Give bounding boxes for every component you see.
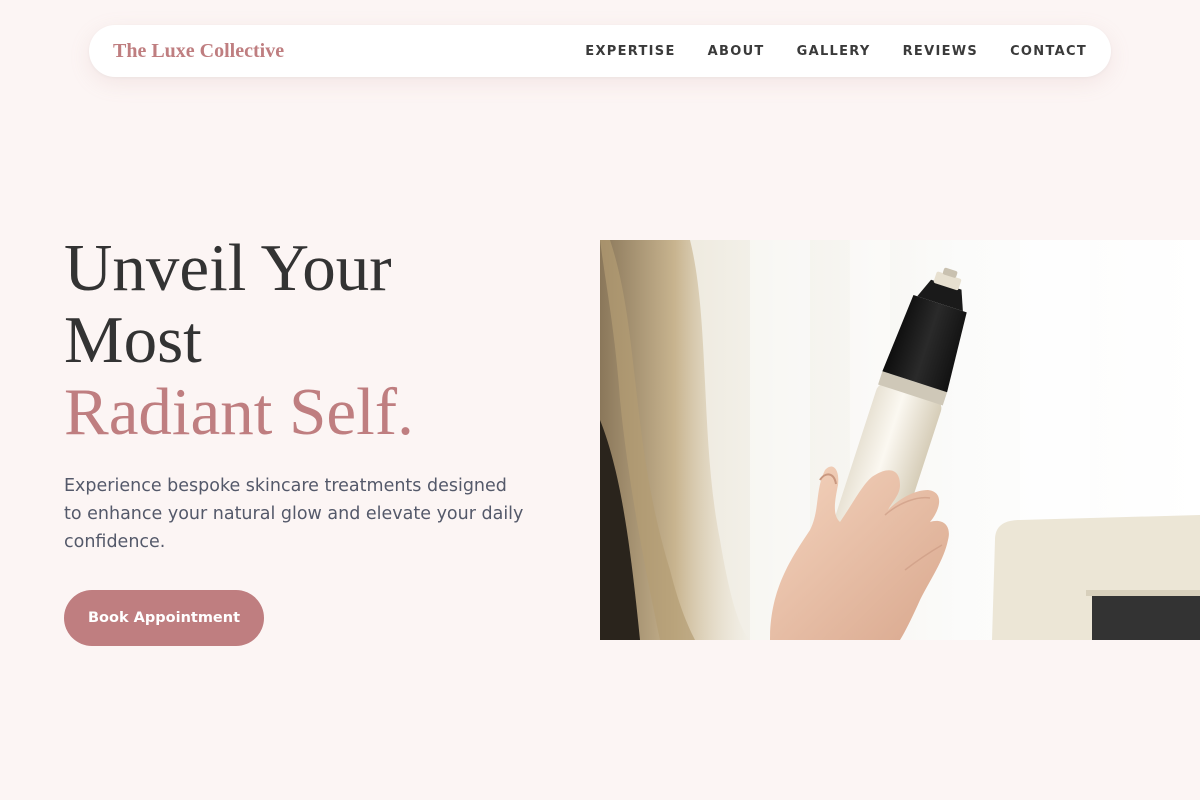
skincare-device-photo — [600, 240, 1200, 640]
headline-line-1: Unveil Your — [64, 231, 392, 305]
headline-line-2: Most — [64, 303, 202, 377]
nav-links: EXPERTISE ABOUT GALLERY REVIEWS CONTACT — [585, 25, 1087, 77]
nav-link-contact[interactable]: CONTACT — [1010, 44, 1087, 59]
nav-link-about[interactable]: ABOUT — [708, 44, 765, 59]
nav-link-expertise[interactable]: EXPERTISE — [585, 44, 675, 59]
book-appointment-button[interactable]: Book Appointment — [64, 590, 264, 646]
nav-link-gallery[interactable]: GALLERY — [797, 44, 871, 59]
hero-text: Unveil Your Most Radiant Self. Experienc… — [64, 232, 544, 556]
headline-accent: Radiant Self. — [64, 375, 414, 449]
brand-logo[interactable]: The Luxe Collective — [113, 25, 284, 77]
navbar: The Luxe Collective EXPERTISE ABOUT GALL… — [89, 25, 1111, 77]
hero-headline: Unveil Your Most Radiant Self. — [64, 232, 544, 448]
hero-subtext: Experience bespoke skincare treatments d… — [64, 476, 524, 552]
hero-image — [600, 240, 1200, 640]
page: The Luxe Collective EXPERTISE ABOUT GALL… — [0, 0, 1200, 800]
nav-link-reviews[interactable]: REVIEWS — [903, 44, 978, 59]
